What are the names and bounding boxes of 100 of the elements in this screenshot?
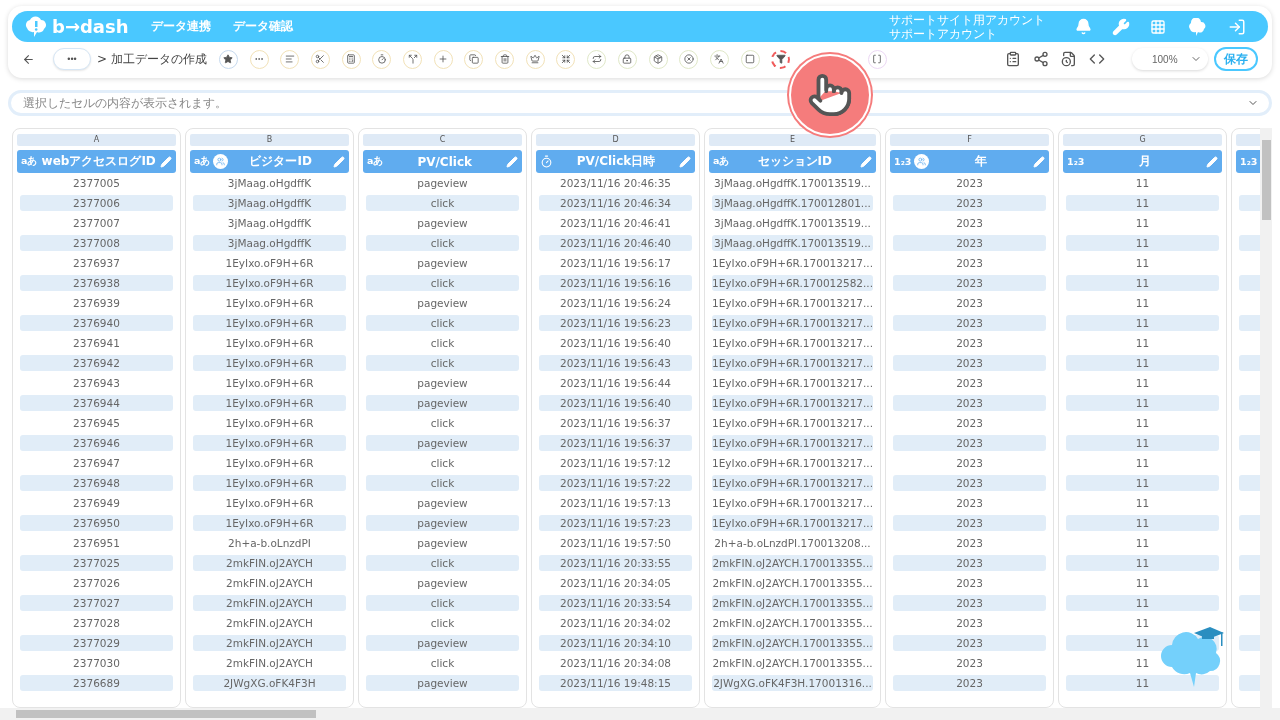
table-cell: 2023/11/16 19:56:43 <box>539 355 692 371</box>
clipboard-icon[interactable] <box>1005 51 1021 67</box>
more-icon[interactable] <box>249 49 269 69</box>
column-letter[interactable]: D <box>536 134 695 146</box>
table-cell-text: 3jMaag.oHgdffK <box>226 216 313 231</box>
nav-link[interactable]: データ確認 <box>232 18 293 35</box>
cloud-icon[interactable] <box>1186 17 1208 36</box>
table-cell-text: 2h+a-b.oLnzdPI.170013208... <box>713 536 872 551</box>
filter-icon[interactable] <box>771 49 791 69</box>
table-cell-text: click <box>429 656 456 671</box>
edit-icon[interactable] <box>1206 155 1218 168</box>
table-cell-text: 1EyIxo.oF9H+6R.170013217... <box>712 296 873 311</box>
table-cell: 2023 <box>893 635 1046 651</box>
scissors-icon[interactable] <box>310 49 330 69</box>
table-cell: 2023 <box>893 315 1046 331</box>
column-header[interactable]: aあ セッションID <box>709 150 876 173</box>
edit-icon[interactable] <box>506 155 518 168</box>
table-cell-text: 1EyIxo.oF9H+6R.170013217... <box>712 456 873 471</box>
column-header[interactable]: PV/Click日時 <box>536 150 695 173</box>
brackets-icon[interactable] <box>867 49 887 69</box>
column-header[interactable]: aあ PV/Click <box>363 150 522 173</box>
table-cell-text: click <box>429 456 456 471</box>
table-cell-text: 1EyIxo.oF9H+6R.170013217... <box>712 496 873 511</box>
package-icon[interactable] <box>648 49 668 69</box>
table-cell: 11 <box>1066 315 1219 331</box>
back-button[interactable] <box>22 52 35 66</box>
list-icon[interactable] <box>280 49 300 69</box>
table-cell-text: 11 <box>1134 216 1151 231</box>
column-letter[interactable]: B <box>190 134 349 146</box>
column-letter[interactable]: F <box>890 134 1049 146</box>
table-cell-text: pageview <box>416 576 469 591</box>
table-cell-text: 2023 <box>955 176 984 191</box>
zoom-select[interactable]: 100% <box>1132 48 1208 70</box>
table-cell-text: 2023/11/16 19:56:40 <box>559 336 672 351</box>
table-cell-text: 2376939 <box>72 296 121 311</box>
table-cell-text: 2376949 <box>72 496 121 511</box>
table-cell: pageview <box>366 515 519 531</box>
column-header[interactable]: 1₂3 年 <box>890 150 1049 173</box>
wrench-icon[interactable] <box>1112 17 1130 36</box>
translate-icon[interactable] <box>709 49 729 69</box>
shrink-icon[interactable] <box>556 49 576 69</box>
edit-icon[interactable] <box>333 155 345 168</box>
table-cell-text: 2377007 <box>72 216 121 231</box>
edit-icon[interactable] <box>160 155 172 168</box>
column-header[interactable]: aあ ビジターID <box>190 150 349 173</box>
column-letter[interactable]: C <box>363 134 522 146</box>
save-button[interactable]: 保存 <box>1214 47 1258 71</box>
close-icon[interactable] <box>679 49 699 69</box>
trash-icon[interactable] <box>495 49 515 69</box>
formula-field[interactable]: 選択したセルの内容が表示されます。 <box>21 95 1247 111</box>
column-letter[interactable]: G <box>1063 134 1222 146</box>
table-cell: pageview <box>366 635 519 651</box>
repeat-icon[interactable] <box>587 49 607 69</box>
table-cell: 1EyIxo.oF9H+6R <box>193 475 346 491</box>
column-letter[interactable]: E <box>709 134 876 146</box>
table-cell: click <box>366 315 519 331</box>
calculator-icon[interactable] <box>341 49 361 69</box>
table-cell: 11 <box>1066 275 1219 291</box>
column-title: webアクセスログID <box>40 153 157 170</box>
table-cell: 2023/11/16 19:48:15 <box>539 675 692 691</box>
vertical-scrollbar[interactable] <box>1260 128 1272 708</box>
edit-icon[interactable] <box>860 155 872 168</box>
lock-icon[interactable] <box>617 49 637 69</box>
table-cell-text: 2023/11/16 19:57:12 <box>559 456 672 471</box>
column-header[interactable]: aあ webアクセスログID <box>17 150 176 173</box>
copy-icon[interactable] <box>464 49 484 69</box>
table-cell-text: 2h+a-b.oLnzdPI <box>227 536 312 551</box>
table-cell: 11 <box>1066 555 1219 571</box>
table-cell: click <box>366 235 519 251</box>
timer-icon[interactable] <box>372 49 392 69</box>
column-title: 月 <box>1138 153 1153 170</box>
column-header[interactable]: 1₂3 <box>1236 150 1260 173</box>
nav-link[interactable]: データ連携 <box>150 18 211 35</box>
table-cell: 2JWgXG.oFK4F3H.17001316... <box>712 675 873 691</box>
file-history-icon[interactable] <box>1061 51 1077 67</box>
horizontal-scrollbar[interactable] <box>0 708 1280 720</box>
table-cell-text: 2376937 <box>72 256 121 271</box>
logout-icon[interactable] <box>1228 17 1246 36</box>
grid-icon[interactable] <box>1150 18 1166 35</box>
column-letter[interactable]: A <box>17 134 176 146</box>
breadcrumb-more-button[interactable]: ••• <box>53 48 91 70</box>
table-cell: 2023 <box>893 555 1046 571</box>
edit-icon[interactable] <box>1033 155 1045 168</box>
table-cell-text: 2023/11/16 20:34:02 <box>559 616 672 631</box>
column-header[interactable]: 1₂3 月 <box>1063 150 1222 173</box>
edit-icon[interactable] <box>679 155 691 168</box>
plus-icon[interactable] <box>433 49 453 69</box>
crown-icon[interactable] <box>525 49 545 69</box>
table-cell-text: 11 <box>1134 296 1151 311</box>
share-icon[interactable] <box>1033 51 1049 67</box>
table-cell-text: 1EyIxo.oF9H+6R.170013217... <box>712 256 873 271</box>
table-cell-text: 1EyIxo.oF9H+6R <box>224 496 315 511</box>
table-cell: 11 <box>1066 395 1219 411</box>
table-cell: 3jMaag.oHgdffK.170013519... <box>712 235 873 251</box>
bell-icon[interactable] <box>1075 18 1092 35</box>
table-cell-text: 2023 <box>955 656 984 671</box>
table-cell: 1EyIxo.oF9H+6R.170013217... <box>712 435 873 451</box>
table-cell-text: 1EyIxo.oF9H+6R <box>224 376 315 391</box>
code-icon[interactable] <box>1089 51 1105 67</box>
split-icon[interactable] <box>403 49 422 69</box>
